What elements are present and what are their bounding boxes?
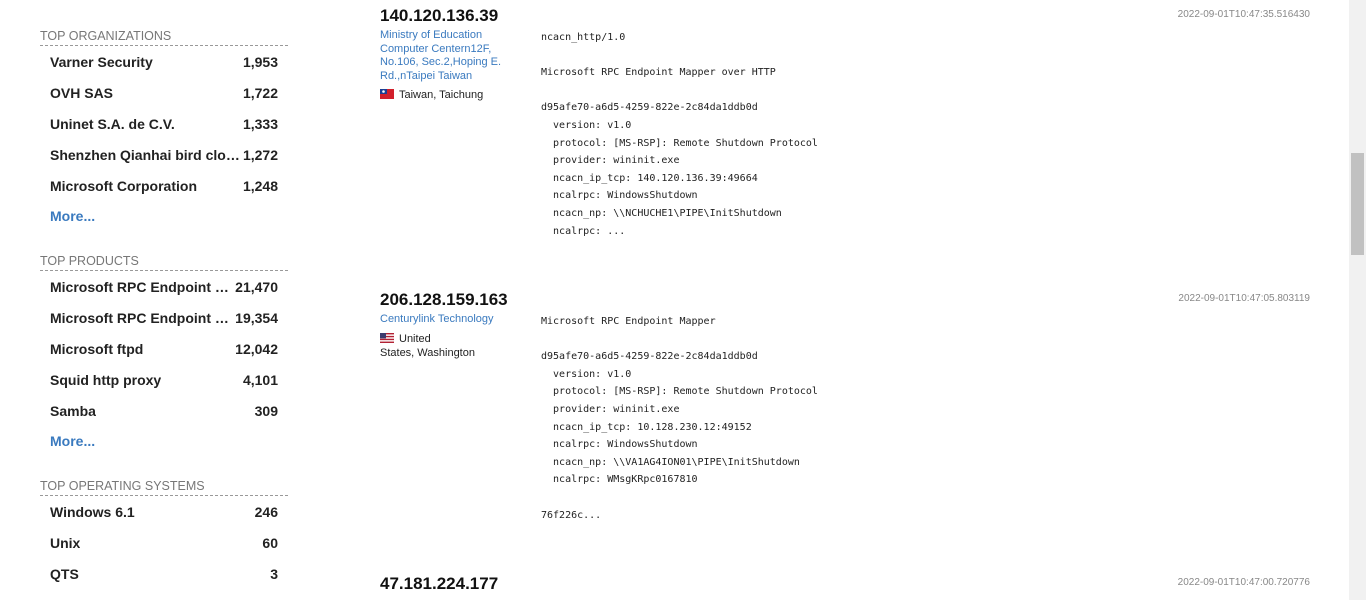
result-location-text: Taiwan, Taichung (399, 89, 484, 101)
facet-product-item[interactable]: Microsoft ftpd 12,042 (50, 339, 278, 359)
result-timestamp: 2022-09-01T10:47:00.720776 (1177, 577, 1310, 588)
facet-os-item[interactable]: Unix 60 (50, 533, 278, 553)
facet-product-item[interactable]: Squid http proxy 4,101 (50, 370, 278, 390)
search-result: 47.181.224.177 2022-09-01T10:47:00.72077… (380, 574, 1310, 600)
more-products-link[interactable]: More... (50, 433, 95, 449)
facet-count: 1,248 (242, 178, 278, 194)
facet-os-item[interactable]: QTS 3 (50, 564, 278, 584)
facet-name: Shenzhen Qianhai bird cloud... (50, 147, 242, 163)
facet-count: 21,470 (235, 279, 278, 295)
facet-name: Samba (50, 403, 96, 419)
facet-product-item[interactable]: Samba 309 (50, 401, 278, 421)
more-organizations-link[interactable]: More... (50, 208, 95, 224)
facet-product-item[interactable]: Microsoft RPC Endpoint Ma... 19,354 (50, 308, 278, 328)
facet-name: Microsoft ftpd (50, 341, 144, 357)
facet-count: 1,953 (242, 54, 278, 70)
top-products-title: TOP PRODUCTS (40, 254, 288, 271)
facet-os-item[interactable]: Windows 6.1 246 (50, 502, 278, 522)
facet-name: Microsoft Corporation (50, 178, 197, 194)
facet-count: 3 (270, 566, 278, 582)
facet-count: 309 (254, 403, 278, 419)
top-organizations-title: TOP ORGANIZATIONS (40, 29, 288, 46)
facet-count: 246 (254, 504, 278, 520)
result-org-link[interactable]: Centurylink Technology (380, 313, 508, 327)
scrollbar-thumb[interactable] (1351, 153, 1364, 255)
facet-name: Uninet S.A. de C.V. (50, 116, 175, 132)
facet-name: Microsoft RPC Endpoint Ma... (50, 310, 236, 326)
facet-count: 1,272 (242, 147, 278, 163)
facet-org-item[interactable]: Microsoft Corporation 1,248 (50, 176, 278, 196)
facet-count: 19,354 (235, 310, 278, 326)
search-result: 140.120.136.39 2022-09-01T10:47:35.51643… (380, 6, 1310, 256)
page-scrollbar[interactable] (1349, 0, 1366, 600)
facet-org-item[interactable]: OVH SAS 1,722 (50, 83, 278, 103)
us-flag-icon (380, 333, 394, 343)
facet-name: Varner Security (50, 54, 153, 70)
facet-count: 4,101 (242, 372, 278, 388)
top-operating-systems-title: TOP OPERATING SYSTEMS (40, 479, 288, 496)
facet-count: 60 (262, 535, 278, 551)
result-location: Taiwan, Taichung (380, 88, 508, 102)
result-banner: Microsoft RPC Endpoint Mapper d95afe70-a… (541, 316, 818, 521)
result-location-line1: United (399, 333, 431, 345)
result-org-link[interactable]: Ministry of Education Computer Centern12… (380, 29, 508, 83)
facet-name: OVH SAS (50, 85, 114, 101)
facet-org-item[interactable]: Uninet S.A. de C.V. 1,333 (50, 114, 278, 134)
facet-count: 12,042 (235, 341, 278, 357)
tw-flag-icon (380, 89, 394, 99)
facet-product-item[interactable]: Microsoft RPC Endpoint Ma... 21,470 (50, 277, 278, 297)
result-ip-link[interactable]: 47.181.224.177 (380, 574, 498, 594)
facet-name: QTS (50, 566, 79, 582)
result-location-line2: States, Washington (380, 347, 475, 359)
facet-name: Windows 6.1 (50, 504, 135, 520)
result-timestamp: 2022-09-01T10:47:35.516430 (1177, 9, 1310, 20)
search-result: 206.128.159.163 2022-09-01T10:47:05.8031… (380, 290, 1310, 530)
facet-count: 1,722 (242, 85, 278, 101)
result-banner: ncacn_http/1.0 Microsoft RPC Endpoint Ma… (541, 32, 818, 237)
facet-name: Microsoft RPC Endpoint Ma... (50, 279, 236, 295)
facet-count: 1,333 (242, 116, 278, 132)
result-ip-link[interactable]: 140.120.136.39 (380, 6, 498, 26)
facet-org-item[interactable]: Varner Security 1,953 (50, 52, 278, 72)
facet-org-item[interactable]: Shenzhen Qianhai bird cloud... 1,272 (50, 145, 278, 165)
result-timestamp: 2022-09-01T10:47:05.803119 (1178, 293, 1310, 304)
result-location: United States, Washington (380, 332, 508, 360)
result-ip-link[interactable]: 206.128.159.163 (380, 290, 508, 310)
facet-name: Unix (50, 535, 81, 551)
facet-name: Squid http proxy (50, 372, 162, 388)
